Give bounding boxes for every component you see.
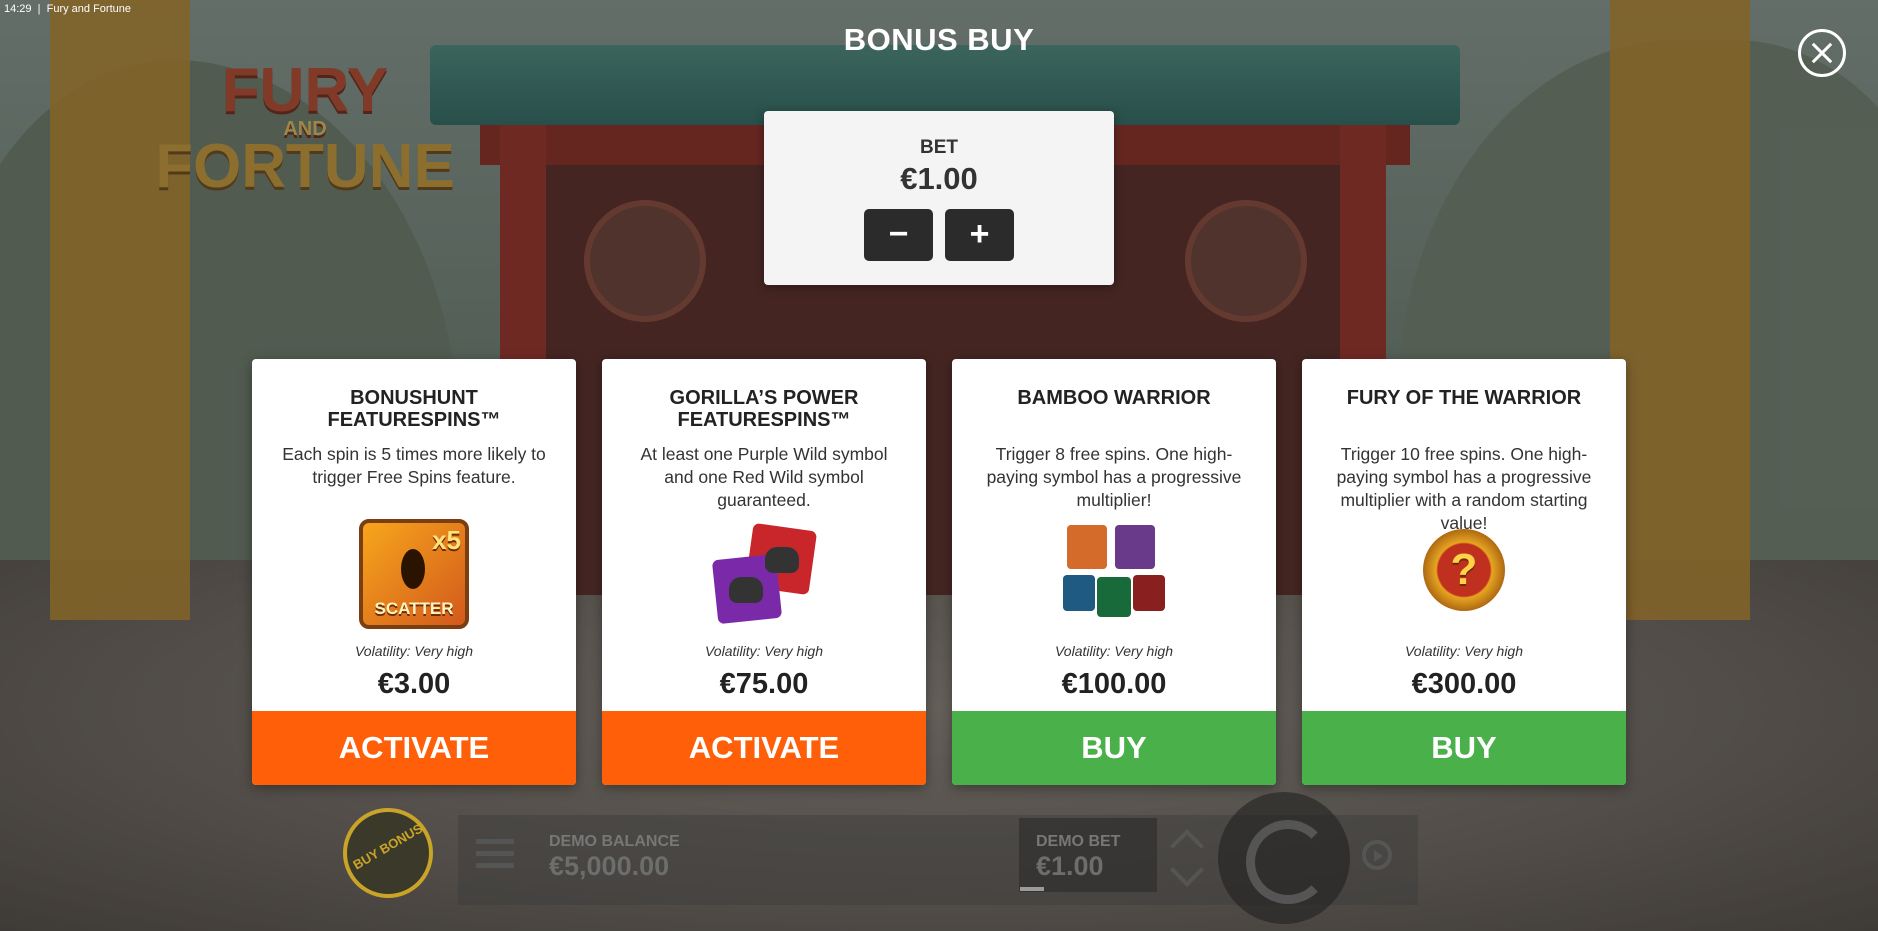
question-mark-glyph: ? — [1450, 545, 1478, 594]
card-volatility: Volatility: Very high — [1054, 643, 1173, 659]
demo-bet-label: DEMO BET — [1036, 833, 1121, 850]
card-price: €100.00 — [1061, 668, 1167, 700]
bonus-card-gorillas-power: GORILLA’S POWER FEATURESPINS™ At least o… — [602, 359, 926, 785]
buy-bonus-button[interactable]: BUY BONUS — [343, 808, 433, 898]
card-title: FURY OF THE WARRIOR — [1346, 387, 1582, 409]
bet-increase-button[interactable]: + — [945, 209, 1014, 261]
gorilla-wilds-icon — [709, 519, 819, 629]
activate-button[interactable]: ACTIVATE — [252, 711, 576, 785]
scatter-multiplier: x5 — [432, 525, 461, 555]
close-icon[interactable] — [1798, 29, 1846, 77]
card-price: €3.00 — [377, 668, 451, 700]
bet-level-indicator — [1020, 887, 1044, 891]
card-description: At least one Purple Wild symbol and one … — [640, 444, 888, 510]
bonus-card-bamboo-warrior: BAMBOO WARRIOR Trigger 8 free spins. One… — [952, 359, 1276, 785]
card-volatility: Volatility: Very high — [1404, 643, 1523, 659]
scatter-label: SCATTER — [374, 599, 454, 618]
buy-bonus-label: BUY BONUS — [350, 820, 426, 873]
card-title: BONUSHUNT FEATURESPINS™ — [327, 387, 501, 431]
demo-balance-value: €5,000.00 — [549, 851, 670, 881]
bet-value: €1.00 — [900, 161, 978, 196]
activate-button[interactable]: ACTIVATE — [602, 711, 926, 785]
card-description: Trigger 8 free spins. One high-paying sy… — [986, 444, 1242, 510]
buy-button[interactable]: BUY — [1302, 711, 1626, 785]
status-bar: 14:29 | Fury and Fortune — [4, 3, 131, 15]
scatter-x5-icon: x5 SCATTER — [359, 519, 469, 629]
mystery-orb-icon: ? — [1409, 519, 1519, 629]
status-time: 14:29 — [4, 3, 32, 15]
card-price: €300.00 — [1411, 668, 1517, 700]
card-volatility: Volatility: Very high — [354, 643, 473, 659]
card-description: Each spin is 5 times more likely to trig… — [282, 444, 546, 487]
card-title: BAMBOO WARRIOR — [1017, 387, 1211, 409]
spin-button[interactable] — [1218, 792, 1350, 924]
bonus-card-bonushunt: BONUSHUNT FEATURESPINS™ Each spin is 5 t… — [252, 359, 576, 785]
bet-label: BET — [920, 137, 958, 158]
card-description: Trigger 10 free spins. One high-paying s… — [1336, 444, 1592, 533]
demo-bet-value: €1.00 — [1036, 851, 1104, 881]
bonus-card-fury-of-the-warrior: FURY OF THE WARRIOR Trigger 10 free spin… — [1302, 359, 1626, 785]
menu-icon[interactable] — [476, 839, 514, 869]
card-price: €75.00 — [719, 668, 809, 700]
bet-panel: BET €1.00 − + — [764, 111, 1114, 285]
bet-decrease-button[interactable]: − — [864, 209, 933, 261]
autoplay-icon[interactable] — [1362, 840, 1392, 870]
dialog-title: BONUS BUY — [843, 22, 1035, 57]
card-volatility: Volatility: Very high — [704, 643, 823, 659]
buy-button[interactable]: BUY — [952, 711, 1276, 785]
warrior-symbols-icon — [1059, 519, 1169, 629]
card-title: GORILLA’S POWER FEATURESPINS™ — [669, 387, 859, 431]
window-title: Fury and Fortune — [46, 3, 131, 15]
bet-controls: − + — [764, 209, 1114, 261]
demo-balance-label: DEMO BALANCE — [549, 833, 680, 850]
